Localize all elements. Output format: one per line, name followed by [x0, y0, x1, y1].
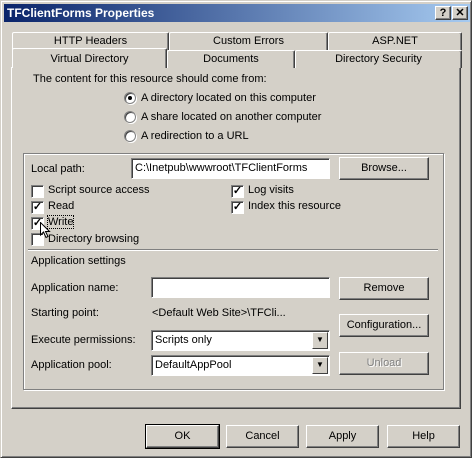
browse-button[interactable]: Browse... [339, 157, 429, 180]
radio-network-share-label[interactable]: A share located on another computer [141, 111, 321, 123]
unload-button: Unload [339, 352, 429, 375]
tab-custom-errors[interactable]: Custom Errors [169, 32, 328, 50]
starting-point-value: <Default Web Site>\TFCli... [152, 307, 286, 319]
mouse-pointer-icon [40, 222, 51, 239]
radio-network-share[interactable] [124, 111, 136, 123]
application-pool-select[interactable]: DefaultAppPool ▼ [151, 355, 330, 376]
execute-permissions-select[interactable]: Scripts only ▼ [151, 330, 330, 351]
application-name-label: Application name: [31, 282, 119, 294]
checkbox-index-resource[interactable]: ✓ [231, 201, 244, 214]
tab-virtual-directory[interactable]: Virtual Directory [12, 48, 167, 68]
title-bar: TFClientForms Properties ? ✕ [4, 4, 470, 22]
radio-url-redirection-label[interactable]: A redirection to a URL [141, 130, 249, 142]
radio-local-directory[interactable] [124, 92, 136, 104]
directory-browsing-label[interactable]: Directory browsing [48, 233, 139, 245]
write-label[interactable]: Write [46, 215, 75, 229]
group-separator [28, 249, 438, 251]
log-visits-label[interactable]: Log visits [248, 184, 294, 196]
apply-button[interactable]: Apply [306, 425, 379, 448]
help-button[interactable]: Help [387, 425, 460, 448]
script-source-access-label[interactable]: Script source access [48, 184, 149, 196]
execute-permissions-label: Execute permissions: [31, 334, 136, 346]
checkbox-log-visits[interactable]: ✓ [231, 185, 244, 198]
execute-permissions-value: Scripts only [155, 334, 212, 346]
read-label[interactable]: Read [48, 200, 74, 212]
window-title: TFClientForms Properties [7, 6, 155, 20]
chevron-down-icon[interactable]: ▼ [312, 332, 328, 349]
configuration-button[interactable]: Configuration... [339, 314, 429, 337]
application-pool-value: DefaultAppPool [155, 359, 232, 371]
checkbox-script-source-access[interactable] [31, 185, 44, 198]
tab-documents[interactable]: Documents [167, 50, 295, 68]
application-settings-heading: Application settings [31, 255, 126, 267]
cancel-button[interactable]: Cancel [226, 425, 299, 448]
close-title-button[interactable]: ✕ [452, 6, 468, 20]
radio-local-directory-label[interactable]: A directory located on this computer [141, 92, 316, 104]
chevron-down-icon[interactable]: ▼ [312, 357, 328, 374]
application-pool-label: Application pool: [31, 359, 112, 371]
help-title-button[interactable]: ? [435, 6, 451, 20]
ok-button[interactable]: OK [145, 424, 220, 449]
tab-directory-security[interactable]: Directory Security [295, 50, 462, 68]
tab-asp-net[interactable]: ASP.NET [328, 32, 462, 50]
radio-url-redirection[interactable] [124, 130, 136, 142]
remove-button[interactable]: Remove [339, 277, 429, 300]
starting-point-label: Starting point: [31, 307, 99, 319]
application-name-field[interactable] [151, 277, 330, 298]
checkbox-read[interactable]: ✓ [31, 201, 44, 214]
content-source-label: The content for this resource should com… [33, 73, 267, 85]
local-path-label: Local path: [31, 163, 85, 175]
local-path-field[interactable]: C:\Inetpub\wwwroot\TFClientForms [131, 158, 330, 179]
index-resource-label[interactable]: Index this resource [248, 200, 341, 212]
